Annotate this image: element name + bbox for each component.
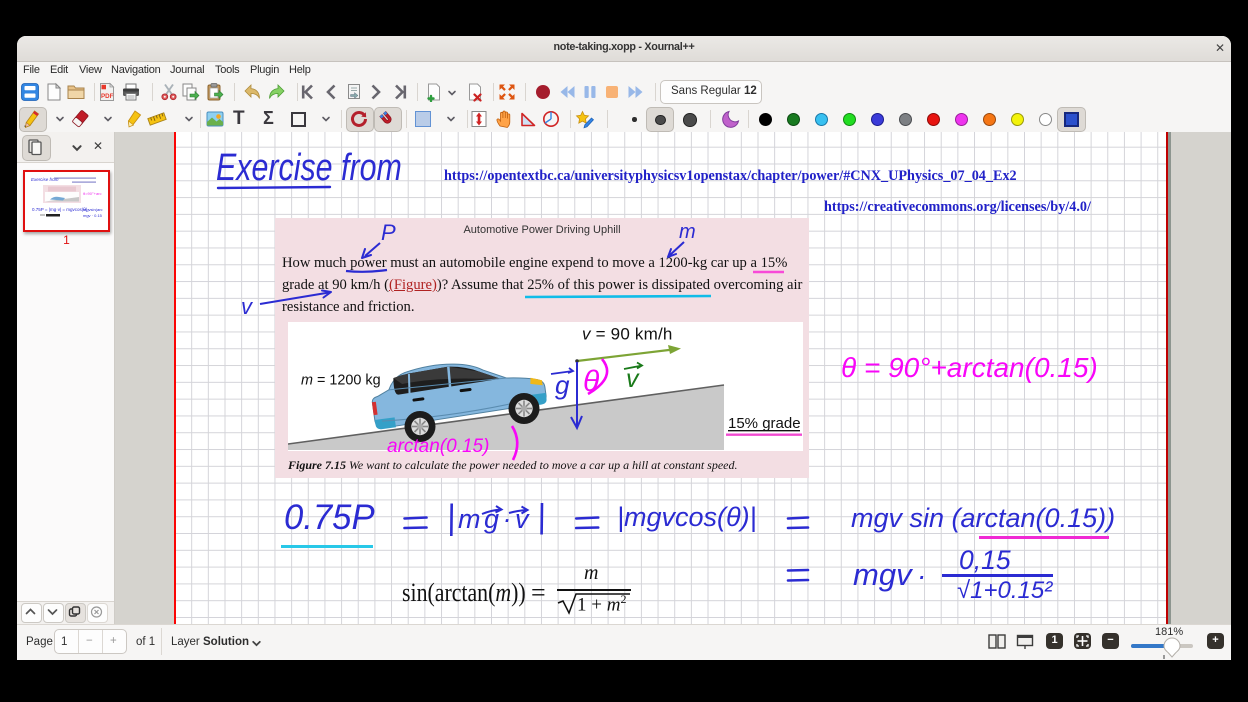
svg-text:PDF: PDF xyxy=(101,93,114,100)
svg-text:mgvsin(arc: mgvsin(arc xyxy=(83,207,103,212)
svg-text:v: v xyxy=(241,294,254,319)
svg-text:arctan(0.15): arctan(0.15) xyxy=(387,436,489,457)
svg-text:g: g xyxy=(555,370,570,400)
svg-text:θ=90°+arc: θ=90°+arc xyxy=(83,191,102,196)
svg-text:m: m xyxy=(679,221,696,243)
svg-text:0.75P = |mg·v| = mgvcos(θ): 0.75P = |mg·v| = mgvcos(θ) xyxy=(32,207,88,212)
svg-text:P: P xyxy=(381,220,396,245)
svg-text:v: v xyxy=(626,365,640,393)
svg-text:mgv · 0.15: mgv · 0.15 xyxy=(83,213,103,218)
